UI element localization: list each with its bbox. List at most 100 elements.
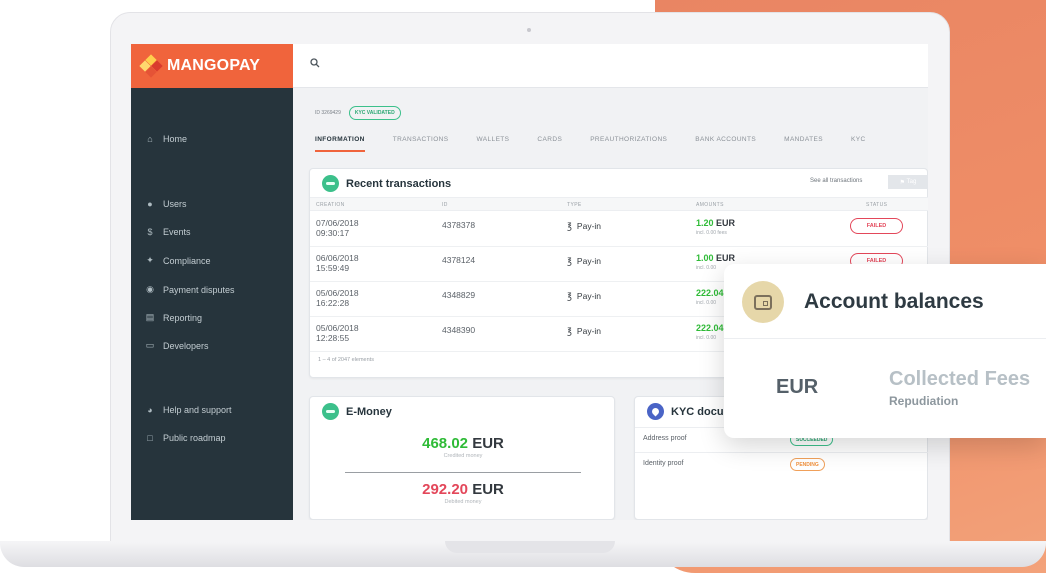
amount-cell: 1.20 EUR incl. 0.00 fees — [696, 218, 735, 238]
card-title-text: E-Money — [346, 405, 392, 418]
amount-currency: EUR — [716, 253, 736, 263]
column-header-id[interactable]: ID — [442, 202, 448, 208]
type-cell: ℥ Pay-in — [567, 291, 601, 301]
recent-transactions-title: Recent transactions — [322, 175, 451, 192]
tab-cards[interactable]: CARDS — [537, 136, 562, 152]
sidebar-item-label: Public roadmap — [163, 433, 226, 443]
amount-fees: incl. 0.00 fees — [696, 230, 727, 236]
tab-preauthorizations[interactable]: PREAUTHORIZATIONS — [590, 136, 667, 152]
type-label: Pay-in — [576, 291, 602, 301]
transaction-id: 4348829 — [442, 290, 476, 300]
emoney-card: E-Money 468.02 EUR Credited money 292.20… — [309, 396, 615, 520]
top-search-bar[interactable] — [293, 44, 928, 88]
sidebar-item-label: Developers — [163, 340, 209, 351]
users-icon: ● — [147, 199, 153, 209]
tag-button-label: Tag — [906, 179, 917, 185]
see-all-transactions-link[interactable]: See all transactions — [810, 178, 862, 184]
laptop-notch — [445, 541, 615, 553]
sidebar-item-label: Payment disputes — [163, 284, 235, 295]
sidebar-item-label: Reporting — [163, 312, 203, 323]
sidebar-item-payment-disputes[interactable]: ◉ Payment disputes — [145, 284, 235, 295]
user-id-line: ID 3269429 KYC VALIDATED — [315, 106, 401, 120]
creation-cell: 06/06/2018 15:59:49 — [316, 253, 359, 273]
sidebar-item-users[interactable]: ● Users — [145, 199, 187, 209]
amount-value: 1.20 — [696, 218, 714, 228]
creation-date: 05/06/2018 — [316, 288, 359, 298]
sidebar: MANGOPAY ⌂ Home ● Users $ Events ✦ Compl… — [131, 44, 293, 520]
credited-currency: EUR — [472, 435, 504, 452]
home-icon: ⌂ — [147, 134, 153, 144]
account-balances-header: Account balances — [724, 264, 1046, 339]
sidebar-item-label: Compliance — [163, 255, 211, 266]
balance-currency: EUR — [776, 376, 819, 398]
column-header-creation[interactable]: CREATION — [316, 202, 345, 208]
sidebar-item-label: Events — [163, 227, 191, 237]
wrench-icon: ✦ — [146, 255, 154, 265]
sidebar-item-label: Users — [163, 199, 187, 209]
emoney-title: E-Money — [322, 403, 392, 420]
creation-time: 09:30:17 — [316, 228, 350, 238]
creation-cell: 07/06/2018 09:30:17 — [316, 218, 359, 238]
table-row[interactable]: 07/06/2018 09:30:17 4378378 ℥ Pay-in 1.2… — [310, 212, 928, 247]
brand-header[interactable]: MANGOPAY — [131, 44, 293, 88]
amount-cell: 222.04 incl. 0.00 — [696, 288, 724, 308]
creation-time: 12:28:55 — [316, 333, 350, 343]
transaction-id: 4378124 — [442, 255, 476, 265]
sidebar-item-reporting[interactable]: ▤ Reporting — [145, 312, 202, 323]
debited-currency: EUR — [472, 481, 504, 498]
card-title-text: Recent transactions — [346, 177, 452, 190]
collected-fees-label: Collected Fees — [889, 368, 1031, 390]
creation-time: 15:59:49 — [316, 263, 350, 273]
sidebar-item-compliance[interactable]: ✦ Compliance — [145, 255, 211, 266]
amount-value: 222.04 — [696, 288, 724, 298]
tag-button[interactable]: ⚑ Tag — [888, 175, 928, 189]
kyc-documents-title: KYC docu — [647, 403, 724, 420]
column-header-type[interactable]: TYPE — [567, 202, 582, 208]
user-id: ID 3269429 — [315, 110, 341, 116]
credited-amount: 468.02 EUR — [310, 435, 616, 452]
payin-icon: ℥ — [567, 326, 572, 336]
sidebar-item-home[interactable]: ⌂ Home — [145, 134, 187, 144]
search-icon — [310, 58, 320, 68]
sidebar-item-developers[interactable]: ▭ Developers — [145, 340, 209, 351]
payin-icon: ℥ — [567, 291, 572, 301]
type-cell: ℥ Pay-in — [567, 326, 601, 336]
wallet-icon — [742, 281, 784, 323]
amount-fees: incl. 0.00 — [696, 300, 717, 306]
kyc-icon — [647, 403, 664, 420]
sidebar-item-help[interactable]: ◕ Help and support — [145, 405, 232, 415]
creation-date: 05/06/2018 — [316, 323, 359, 333]
roadmap-icon: □ — [147, 433, 153, 443]
sidebar-item-roadmap[interactable]: □ Public roadmap — [145, 433, 226, 443]
creation-date: 06/06/2018 — [316, 253, 359, 263]
table-header: CREATION ID TYPE AMOUNTS STATUS — [310, 197, 928, 211]
repudiation-label: Repudiation — [889, 394, 959, 408]
kyc-label: Identity proof — [643, 460, 684, 467]
amount-cell: 222.04 incl. 0.00 — [696, 323, 724, 343]
card-title-text: KYC docu — [671, 405, 724, 418]
tab-information[interactable]: INFORMATION — [315, 136, 365, 152]
column-header-status[interactable]: STATUS — [866, 202, 887, 208]
tab-mandates[interactable]: MANDATES — [784, 136, 823, 152]
creation-cell: 05/06/2018 16:22:28 — [316, 288, 359, 308]
pagination-info: 1 – 4 of 2047 elements — [318, 357, 374, 363]
amount-fees: incl. 0.00 — [696, 335, 717, 341]
status-badge: FAILED — [850, 218, 903, 234]
brand-name: MANGOPAY — [167, 57, 261, 74]
column-header-amounts[interactable]: AMOUNTS — [696, 202, 724, 208]
tab-wallets[interactable]: WALLETS — [477, 136, 510, 152]
sidebar-item-events[interactable]: $ Events — [145, 227, 191, 237]
tab-transactions[interactable]: TRANSACTIONS — [393, 136, 449, 152]
alert-icon: ◉ — [146, 284, 154, 294]
payin-icon: ℥ — [567, 256, 572, 266]
amount-value: 1.00 — [696, 253, 714, 263]
kyc-label: Address proof — [643, 435, 687, 442]
amount-currency: EUR — [716, 218, 736, 228]
sidebar-item-label: Help and support — [163, 405, 232, 415]
debited-amount: 292.20 EUR — [310, 481, 616, 498]
kyc-row-identity[interactable]: Identity proof PENDING — [635, 452, 928, 476]
tab-bank-accounts[interactable]: BANK ACCOUNTS — [695, 136, 756, 152]
account-balances-panel: Account balances EUR Collected Fees Repu… — [724, 264, 1046, 438]
tab-kyc[interactable]: KYC — [851, 136, 866, 152]
account-balances-title: Account balances — [804, 290, 984, 313]
